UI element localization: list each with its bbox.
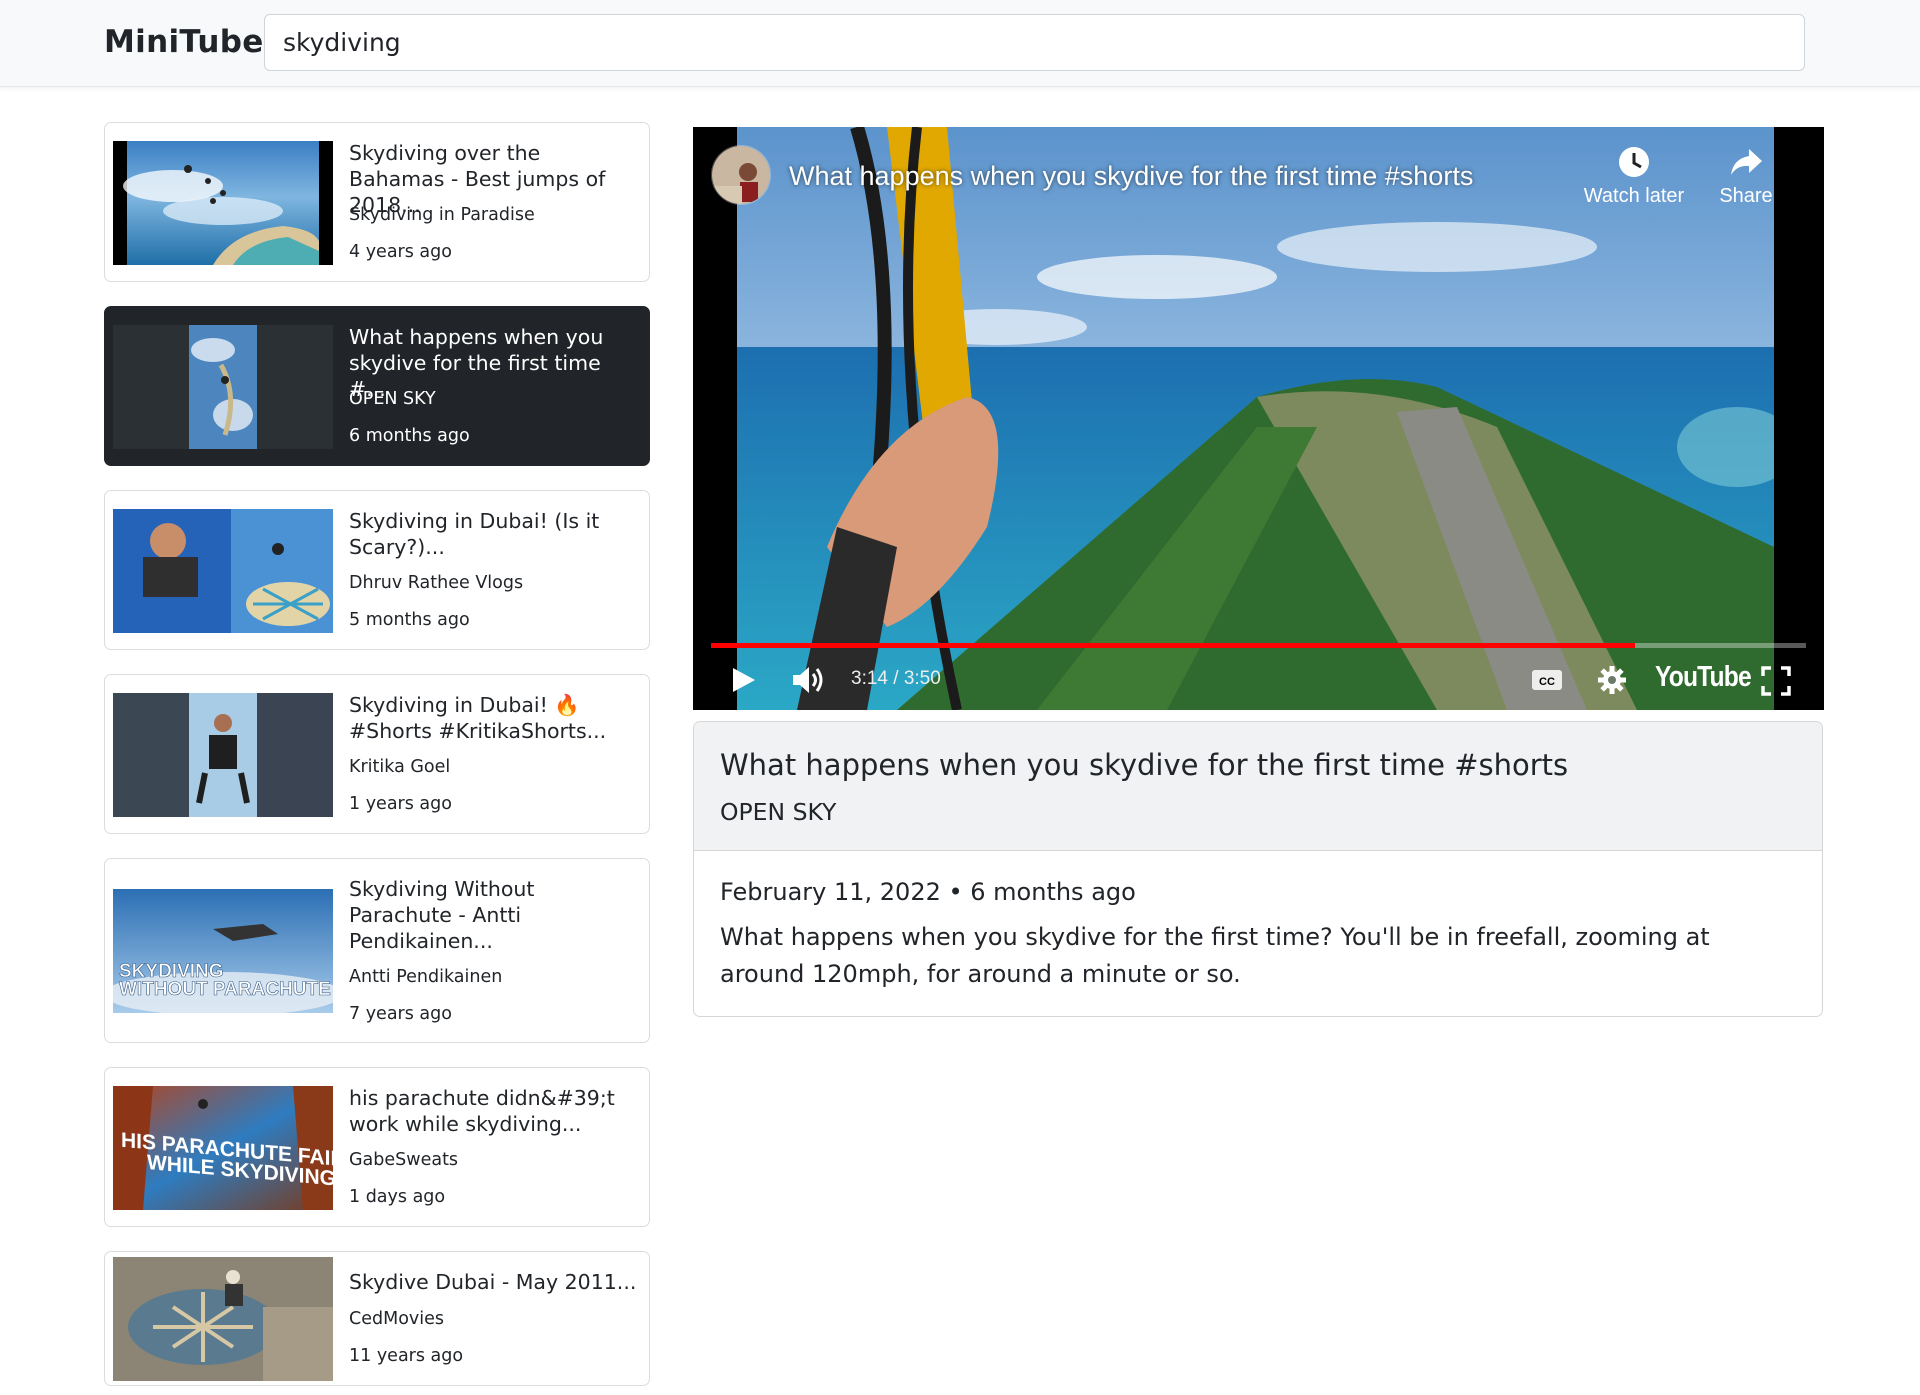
video-age: 11 years ago (349, 1346, 464, 1366)
video-age: 5 months ago (349, 610, 470, 630)
fullscreen-icon[interactable] (1761, 666, 1791, 696)
watch-later-label: Watch later (1583, 185, 1685, 207)
video-channel: Antti Pendikainen (349, 967, 503, 987)
video-thumbnail (113, 693, 333, 817)
details-header: What happens when you skydive for the fi… (694, 722, 1822, 851)
volume-icon[interactable] (791, 664, 827, 696)
details-channel: OPEN SKY (720, 798, 837, 826)
progress-played (711, 643, 1635, 648)
video-channel: Dhruv Rathee Vlogs (349, 573, 524, 593)
top-navbar: MiniTube (0, 0, 1920, 87)
thumbnail-overlay-line-2: WITHOUT PARACHUTE (119, 979, 331, 1000)
video-channel: Skydiving in Paradise (349, 205, 535, 225)
video-card[interactable]: Skydiving over the Bahamas - Best jumps … (104, 122, 650, 282)
gear-icon[interactable] (1597, 665, 1627, 695)
video-title: his parachute didn&#39;t work while skyd… (349, 1086, 615, 1136)
video-channel: OPEN SKY (349, 389, 436, 409)
video-card[interactable]: HIS PARACHUTE FAILED WHILE SKYDIVING his… (104, 1067, 650, 1227)
brand-logo[interactable]: MiniTube (104, 24, 264, 60)
video-age: 6 months ago (349, 426, 470, 446)
video-thumbnail (113, 509, 333, 633)
share-arrow-icon (1731, 149, 1762, 175)
video-thumbnail (113, 141, 333, 265)
share-label: Share (1719, 185, 1773, 207)
channel-avatar[interactable] (711, 145, 771, 205)
cc-icon[interactable]: CC (1531, 668, 1563, 692)
video-channel: GabeSweats (349, 1150, 459, 1170)
video-thumbnail (113, 1257, 333, 1381)
video-thumbnail: SKYDIVING WITHOUT PARACHUTE (113, 889, 333, 1013)
player-video-title[interactable]: What happens when you skydive for the fi… (789, 161, 1473, 192)
video-age: 4 years ago (349, 242, 452, 262)
video-age: 1 days ago (349, 1187, 446, 1207)
video-thumbnail: HIS PARACHUTE FAILED WHILE SKYDIVING (113, 1086, 333, 1210)
video-frame (737, 127, 1774, 710)
video-age: 7 years ago (349, 1004, 452, 1024)
video-details-card: What happens when you skydive for the fi… (693, 721, 1823, 1017)
video-card[interactable]: Skydiving in Dubai! (Is it Scary?)... Dh… (104, 490, 650, 650)
video-age: 1 years ago (349, 794, 452, 814)
video-channel: Kritika Goel (349, 757, 451, 777)
progress-bar[interactable] (711, 643, 1806, 648)
clock-icon (1619, 147, 1649, 177)
video-player[interactable]: What happens when you skydive for the fi… (693, 127, 1824, 710)
details-description: What happens when you skydive for the fi… (720, 923, 1710, 988)
video-card[interactable]: Skydive Dubai - May 2011... CedMovies 11… (104, 1251, 650, 1386)
video-title: Skydiving Without Parachute - Antti Pend… (349, 877, 535, 953)
svg-text:CC: CC (1539, 676, 1555, 688)
search-input[interactable] (264, 14, 1805, 71)
video-card-active[interactable]: What happens when you skydive for the fi… (104, 306, 650, 466)
video-title: Skydiving in Dubai! (Is it Scary?)... (349, 509, 600, 559)
share-button[interactable]: Share (1711, 145, 1781, 208)
video-card[interactable]: SKYDIVING WITHOUT PARACHUTE Skydiving Wi… (104, 858, 650, 1043)
video-title: Skydive Dubai - May 2011... (349, 1270, 637, 1294)
play-icon[interactable] (729, 665, 757, 695)
video-card[interactable]: Skydiving in Dubai! 🔥 #Shorts #KritikaSh… (104, 674, 650, 834)
details-date: February 11, 2022 • 6 months ago (720, 878, 1136, 906)
video-thumbnail (113, 325, 333, 449)
youtube-logo[interactable]: YouTube (1655, 661, 1752, 694)
time-display: 3:14 / 3:50 (851, 668, 941, 689)
watch-later-button[interactable]: Watch later (1579, 145, 1689, 208)
video-channel: CedMovies (349, 1309, 445, 1329)
video-title: Skydiving in Dubai! 🔥 #Shorts #KritikaSh… (349, 693, 607, 743)
details-title: What happens when you skydive for the fi… (720, 748, 1569, 782)
